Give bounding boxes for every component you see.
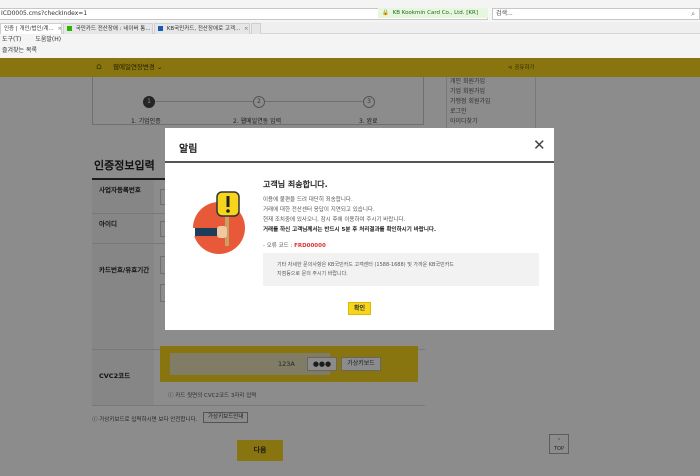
browser-chrome: ICD0005.cms?checkIndex=1 🔒 KB Kookmin Ca… [0, 0, 700, 58]
menu-tools[interactable]: 도구(T) [2, 36, 21, 43]
news-favicon-icon [158, 26, 163, 31]
address-row: ICD0005.cms?checkIndex=1 🔒 KB Kookmin Ca… [0, 8, 700, 20]
naver-favicon-icon [67, 26, 72, 31]
menu-help[interactable]: 도움말(H) [35, 36, 61, 43]
tab-active[interactable]: 인증 | 개인/법인/계... × [0, 23, 62, 34]
address-text: ICD0005.cms?checkIndex=1 [1, 10, 88, 17]
modal-bold-line: 거래를 하신 고객님께서는 반드시 5분 후 처리결과를 확인하시기 바랍니다. [263, 227, 437, 233]
modal-heading: 고객님 죄송합니다. [263, 180, 328, 189]
site-identity-text: KB Kookmin Card Co., Ltd. [KR] [392, 10, 479, 16]
lock-icon: 🔒 [382, 10, 389, 16]
close-icon[interactable]: × [244, 26, 249, 32]
error-label: - 오류 코드 : [263, 243, 295, 249]
close-icon[interactable]: ✕ [533, 138, 546, 153]
favorites-label[interactable]: 즐겨찾는 목록 [2, 47, 37, 54]
tab-label: 국민카드 전산장애 : 네이버 통... [75, 26, 151, 32]
modal-line: 현재 조치중에 있사오니, 잠시 후에 이용하여 주시기 바랍니다. [263, 217, 406, 223]
favorites-bar: 즐겨찾는 목록 [0, 46, 37, 55]
error-code: FRD00000 [294, 243, 326, 249]
modal-line: 이용에 불편을 드려 대단히 죄송합니다. [263, 197, 353, 203]
warning-sign-icon [192, 191, 245, 254]
search-placeholder: 검색... [496, 10, 513, 17]
new-tab-button[interactable] [251, 23, 261, 34]
modal-divider [165, 161, 554, 163]
info-line: 기타 자세한 문의사항은 KB국민카드 고객센터 (1588-1688) 및 가… [277, 262, 454, 268]
info-box: 기타 자세한 문의사항은 KB국민카드 고객센터 (1588-1688) 및 가… [263, 253, 539, 286]
menu-bar: 도구(T) 도움말(H) [0, 35, 71, 44]
alert-modal: 알림 ✕ 고객님 죄송합니다. 이용에 불편을 드려 대단히 죄송합니다. 거래… [165, 128, 554, 330]
confirm-button[interactable]: 확인 [348, 302, 371, 315]
tab-strip: 인증 | 개인/법인/계... × 국민카드 전산장애 : 네이버 통... K… [0, 22, 700, 34]
search-icon[interactable]: ⌕ [691, 9, 695, 19]
tab-label: KB국민카드, 전산장애로 고객... [166, 26, 241, 32]
site-identity[interactable]: 🔒 KB Kookmin Card Co., Ltd. [KR] [378, 8, 488, 18]
tab-news[interactable]: KB국민카드, 전산장애로 고객... × [154, 23, 250, 34]
close-icon[interactable]: × [57, 26, 61, 32]
error-code-row: - 오류 코드 : FRD00000 [263, 241, 326, 249]
search-input[interactable]: 검색... ⌕ [492, 8, 700, 20]
tab-label: 인증 | 개인/법인/계... [4, 26, 54, 32]
tab-naver[interactable]: 국민카드 전산장애 : 네이버 통... [63, 23, 153, 34]
modal-line: 거래에 대한 전산센터 응답이 지연되고 있습니다. [263, 207, 375, 213]
modal-title: 알림 [179, 144, 198, 155]
info-line: 지점등으로 문의 주시기 바랍니다. [277, 271, 348, 277]
